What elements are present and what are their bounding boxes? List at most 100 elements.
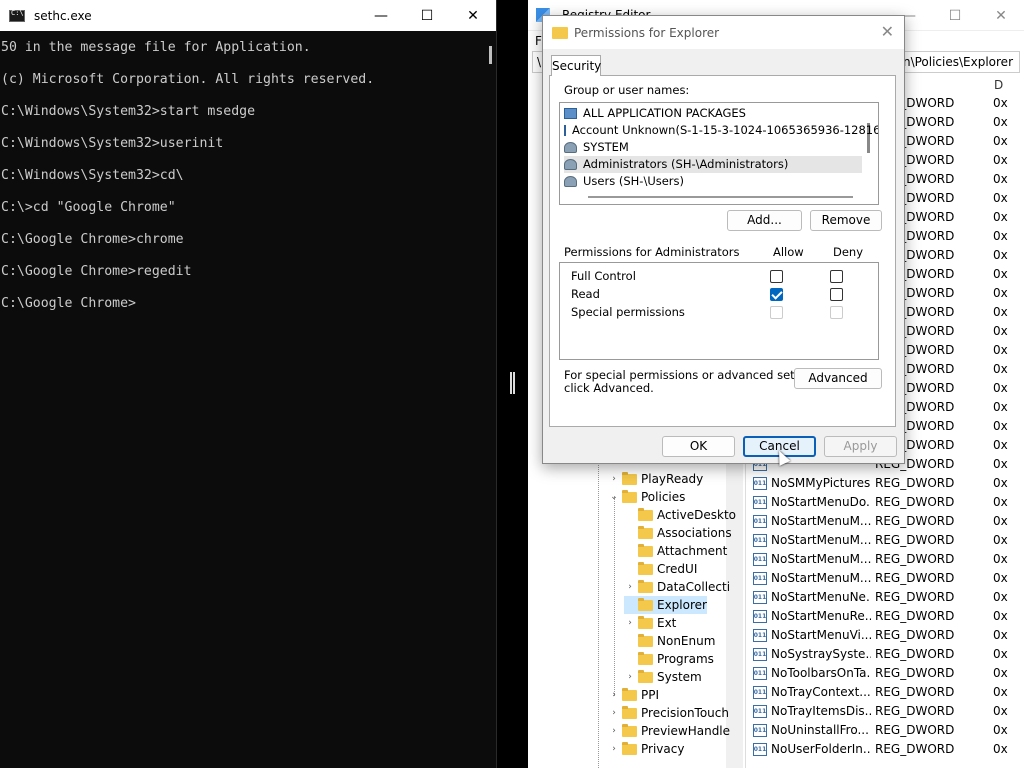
value-row[interactable]: 011 NoTrayContext... REG_DWORD 0x: [747, 683, 1024, 702]
tree-item-credui[interactable]: CredUI: [624, 560, 697, 578]
tree-item-system[interactable]: › System: [624, 668, 702, 686]
value-data: 0x: [993, 400, 1008, 414]
tree-item-previewhandle[interactable]: › PreviewHandle: [608, 722, 730, 740]
value-data: 0x: [993, 343, 1008, 357]
deny-checkbox[interactable]: [830, 306, 843, 319]
maximize-button[interactable]: ☐: [404, 0, 450, 31]
value-row[interactable]: 011 NoTrayItemsDis... REG_DWORD 0x: [747, 702, 1024, 721]
tree-item-label: NonEnum: [657, 634, 716, 648]
splitter-handle[interactable]: [510, 372, 515, 394]
list-horizontal-scrollbar[interactable]: [588, 196, 853, 198]
value-row[interactable]: 011 NoStartMenuNe... REG_DWORD 0x: [747, 588, 1024, 607]
add-button[interactable]: Add...: [727, 210, 802, 231]
value-data: 0x: [993, 666, 1008, 680]
cmd-scrollbar[interactable]: [489, 46, 492, 64]
maximize-button[interactable]: ☐: [932, 0, 978, 31]
snap-splitter[interactable]: [497, 0, 528, 768]
value-row[interactable]: 011 NoStartMenuDo... REG_DWORD 0x: [747, 493, 1024, 512]
value-type: REG_DWORD: [875, 685, 955, 699]
value-row[interactable]: 011 NoStartMenuM... REG_DWORD 0x: [747, 550, 1024, 569]
value-name: NoStartMenuRe...: [771, 609, 871, 623]
cmd-output[interactable]: 50 in the message file for Application. (…: [0, 31, 496, 320]
value-row[interactable]: 011 NoSMMyPictures REG_DWORD 0x: [747, 474, 1024, 493]
group-list-item[interactable]: ALL APPLICATION PACKAGES: [564, 105, 862, 122]
tree-item-label: Associations: [657, 526, 732, 540]
tree-item-explorer[interactable]: Explorer: [624, 596, 707, 614]
chevron-right-icon[interactable]: ›: [624, 614, 636, 632]
advanced-hint-line2: click Advanced.: [564, 381, 654, 395]
folder-icon: [638, 507, 653, 521]
tree-item-programs[interactable]: Programs: [624, 650, 714, 668]
chevron-right-icon[interactable]: ›: [608, 686, 620, 704]
permissions-dialog[interactable]: Permissions for Explorer ✕ Security Grou…: [542, 15, 905, 464]
value-data: 0x: [993, 609, 1008, 623]
chevron-down-icon[interactable]: ⌄: [608, 488, 620, 506]
chevron-right-icon[interactable]: ›: [624, 578, 636, 596]
menu-file[interactable]: F: [535, 34, 542, 48]
chevron-right-icon[interactable]: ›: [608, 740, 620, 758]
value-row[interactable]: 011 NoUserFolderIn... REG_DWORD 0x: [747, 740, 1024, 759]
chevron-right-icon[interactable]: ›: [608, 704, 620, 722]
advanced-button[interactable]: Advanced: [794, 368, 882, 389]
value-data: 0x: [993, 571, 1008, 585]
group-list-item[interactable]: Administrators (SH-\Administrators): [564, 156, 862, 173]
cmd-line: (c) Microsoft Corporation. All rights re…: [1, 72, 375, 87]
folder-icon: [622, 741, 637, 755]
tree-item-ext[interactable]: › Ext: [624, 614, 676, 632]
tree-item-label: System: [657, 670, 702, 684]
column-header-data[interactable]: D: [994, 78, 1003, 92]
close-button[interactable]: ✕: [978, 0, 1024, 31]
tree-item-attachment[interactable]: Attachment: [624, 542, 727, 560]
value-row[interactable]: 011 NoStartMenuM... REG_DWORD 0x: [747, 569, 1024, 588]
value-row[interactable]: 011 NoStartMenuVi... REG_DWORD 0x: [747, 626, 1024, 645]
value-data: 0x: [993, 210, 1008, 224]
minimize-button[interactable]: —: [358, 0, 404, 31]
value-type: REG_DWORD: [875, 514, 955, 528]
chevron-right-icon[interactable]: ›: [624, 668, 636, 686]
group-user-list[interactable]: ALL APPLICATION PACKAGES Account Unknown(…: [559, 102, 879, 205]
remove-button[interactable]: Remove: [810, 210, 882, 231]
cmd-titlebar[interactable]: sethc.exe — ☐ ✕: [0, 0, 496, 31]
close-icon[interactable]: ✕: [881, 22, 894, 41]
tree-item-policies[interactable]: ⌄ Policies: [608, 488, 685, 506]
tree-item-ppi[interactable]: › PPI: [608, 686, 659, 704]
value-data: 0x: [993, 267, 1008, 281]
chevron-right-icon[interactable]: ›: [608, 470, 620, 488]
close-button[interactable]: ✕: [450, 0, 496, 31]
value-row[interactable]: 011 NoStartMenuRe... REG_DWORD 0x: [747, 607, 1024, 626]
deny-checkbox[interactable]: [830, 270, 843, 283]
value-row[interactable]: 011 NoStartMenuM... REG_DWORD 0x: [747, 531, 1024, 550]
value-row[interactable]: 011 NoStartMenuM... REG_DWORD 0x: [747, 512, 1024, 531]
apply-button[interactable]: Apply: [824, 436, 897, 457]
chevron-right-icon[interactable]: ›: [608, 722, 620, 740]
value-data: 0x: [993, 495, 1008, 509]
tree-item-datacollecti[interactable]: › DataCollecti: [624, 578, 730, 596]
tree-item-associations[interactable]: Associations: [624, 524, 732, 542]
dialog-titlebar[interactable]: Permissions for Explorer ✕: [543, 16, 904, 49]
tree-item-nonenum[interactable]: NonEnum: [624, 632, 715, 650]
value-row[interactable]: 011 NoUninstallFro... REG_DWORD 0x: [747, 721, 1024, 740]
tab-security[interactable]: Security: [551, 55, 601, 76]
dword-icon: 011: [753, 591, 767, 604]
dword-icon: 011: [753, 667, 767, 680]
value-row[interactable]: 011 NoToolbarsOnTa... REG_DWORD 0x: [747, 664, 1024, 683]
tree-item-playready[interactable]: › PlayReady: [608, 470, 703, 488]
dword-icon: 011: [753, 496, 767, 509]
folder-icon: [552, 26, 568, 39]
deny-checkbox[interactable]: [830, 288, 843, 301]
permissions-list[interactable]: Full Control Read Special permissions: [559, 262, 879, 360]
allow-checkbox[interactable]: [770, 270, 783, 283]
tree-item-privacy[interactable]: › Privacy: [608, 740, 684, 758]
ok-button[interactable]: OK: [662, 436, 735, 457]
allow-checkbox[interactable]: [770, 288, 783, 301]
tree-item-activedeskto[interactable]: ActiveDeskto: [624, 506, 736, 524]
group-list-item[interactable]: SYSTEM: [564, 139, 862, 156]
group-list-item[interactable]: Account Unknown(S-1-15-3-1024-1065365936…: [564, 122, 878, 139]
value-name: NoStartMenuVi...: [771, 628, 871, 642]
allow-checkbox[interactable]: [770, 306, 783, 319]
cmd-window[interactable]: sethc.exe — ☐ ✕ 50 in the message file f…: [0, 0, 497, 768]
value-row[interactable]: 011 NoSystraySyste... REG_DWORD 0x: [747, 645, 1024, 664]
dword-icon: 011: [753, 572, 767, 585]
group-list-item[interactable]: Users (SH-\Users): [564, 173, 862, 190]
tree-item-precisiontouch[interactable]: › PrecisionTouch: [608, 704, 729, 722]
